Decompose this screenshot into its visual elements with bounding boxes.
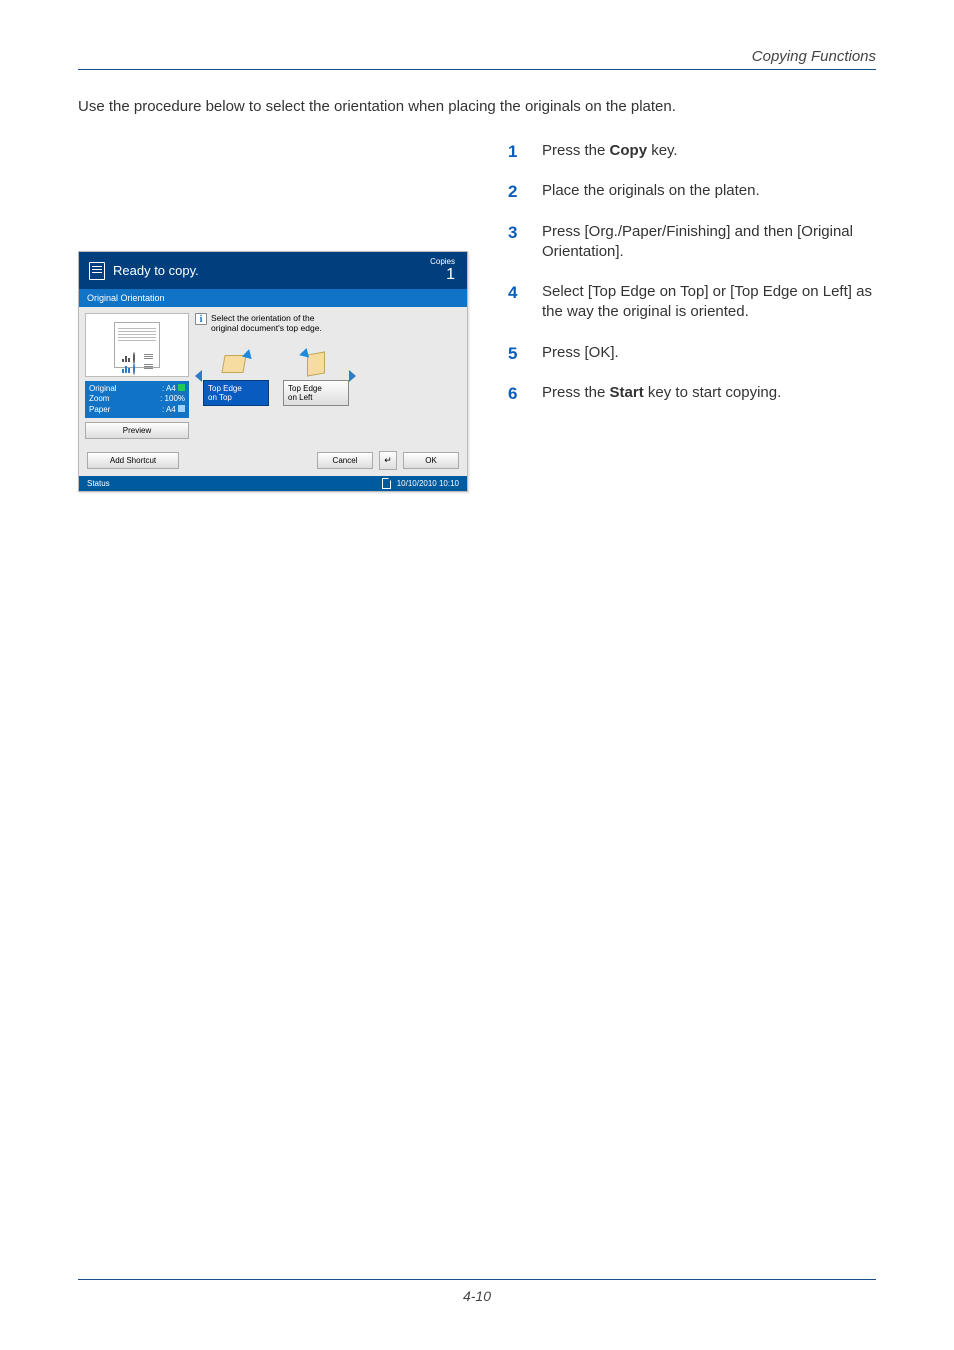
step-4: Select [Top Edge on Top] or [Top Edge on… (508, 282, 876, 323)
lines-icon (144, 364, 153, 373)
prev-arrow-icon[interactable] (195, 356, 203, 396)
chart-icon (122, 364, 131, 373)
copies-readout: Copies 1 (430, 257, 455, 284)
procedure-steps: Press the Copy key. Place the originals … (508, 141, 876, 403)
step-5: Press [OK]. (508, 343, 876, 363)
intro-text: Use the procedure below to select the or… (78, 98, 876, 115)
swatch-icon (178, 384, 185, 391)
panel-subtitle: Original Orientation (79, 289, 467, 307)
lines-icon (144, 353, 153, 362)
next-arrow-icon[interactable] (349, 356, 357, 396)
running-header: Copying Functions (78, 48, 876, 70)
step-3: Press [Org./Paper/Finishing] and then [O… (508, 222, 876, 263)
info-icon: i (195, 313, 207, 325)
chart-icon (122, 353, 131, 362)
orientation-top-icon (221, 351, 251, 377)
preview-thumbnail (85, 313, 189, 377)
preview-button[interactable]: Preview (85, 422, 189, 439)
preview-meta: Original: A4 Zoom: 100% Paper: A4 (85, 381, 189, 418)
status-datetime: 10/10/2010 10:10 (397, 479, 459, 488)
option-top-edge-on-left[interactable]: Top Edgeon Left (283, 351, 349, 406)
clock-icon (133, 353, 142, 362)
copy-icon (89, 262, 105, 280)
hint-text: i Select the orientation of theoriginal … (195, 313, 459, 333)
back-button[interactable]: ↵ (379, 451, 397, 470)
step-1: Press the Copy key. (508, 141, 876, 161)
panel-status-bar: Status 10/10/2010 10:10 (79, 476, 467, 491)
step-6: Press the Start key to start copying. (508, 383, 876, 403)
device-panel: Ready to copy. Copies 1 Original Orienta… (78, 251, 468, 492)
page-number: 4-10 (78, 1279, 876, 1304)
status-label[interactable]: Status (87, 479, 110, 488)
panel-titlebar: Ready to copy. Copies 1 (79, 252, 467, 289)
orientation-left-icon (301, 351, 331, 377)
document-icon (382, 478, 391, 489)
add-shortcut-button[interactable]: Add Shortcut (87, 452, 179, 469)
cancel-button[interactable]: Cancel (317, 452, 373, 469)
ok-button[interactable]: OK (403, 452, 459, 469)
clock-icon (133, 364, 142, 373)
option-top-edge-on-top[interactable]: Top Edgeon Top (203, 351, 269, 406)
swatch-icon (178, 405, 185, 412)
panel-title: Ready to copy. (113, 263, 199, 278)
step-2: Place the originals on the platen. (508, 181, 876, 201)
